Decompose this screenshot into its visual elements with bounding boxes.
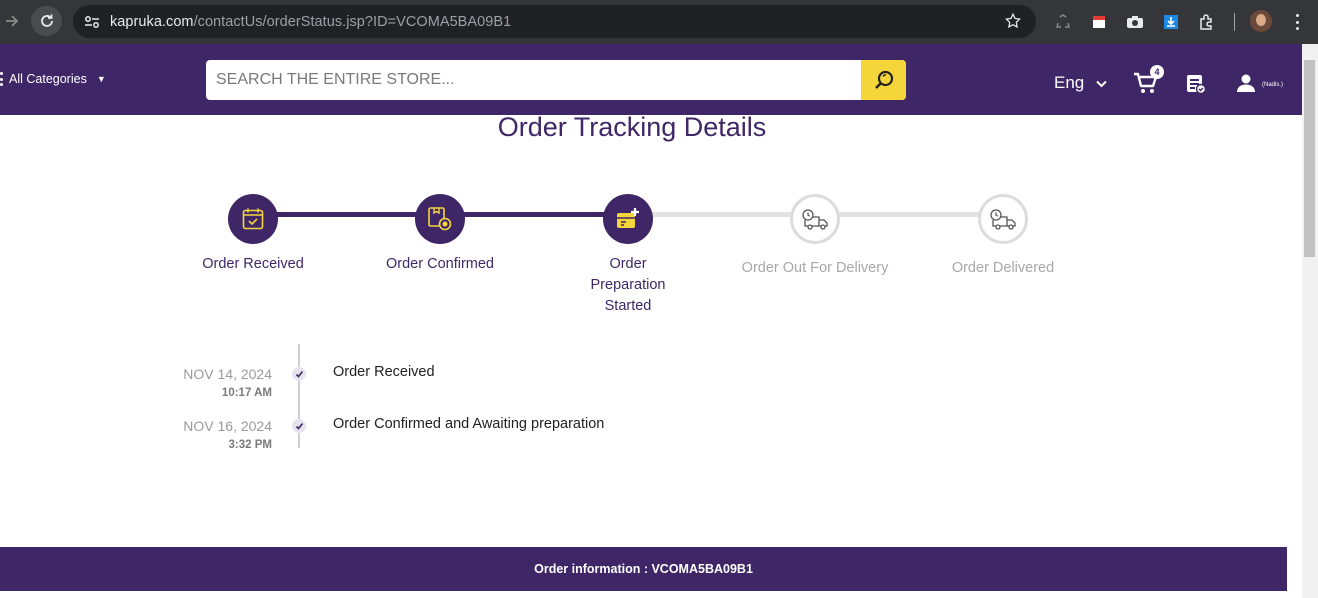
timeline-date: NOV 14, 2024: [183, 366, 272, 382]
page-title: Order Tracking Details: [497, 112, 767, 142]
recycle-extension-icon[interactable]: [1053, 12, 1073, 32]
check-icon: [292, 419, 306, 433]
calendar-check-icon: [242, 208, 264, 230]
profile-avatar[interactable]: [1250, 10, 1272, 32]
download-extension-icon[interactable]: [1161, 12, 1181, 32]
package-plus-icon: [617, 208, 639, 228]
url-path: /contactUs/orderStatus.jsp?ID=VCOMA5BA09…: [193, 13, 512, 30]
step-label-delivered: Order Delivered: [951, 260, 1055, 276]
step-label-preparation-started: Order Preparation Started: [590, 256, 666, 314]
timeline-event-text: Order Confirmed and Awaiting preparation: [333, 416, 605, 432]
site-header: All Categories ▼ Eng 4 (Nadis.): [0, 44, 1302, 115]
step-label-out-for-delivery: Order Out For Delivery: [741, 260, 889, 276]
step-out-for-delivery: [790, 194, 840, 244]
delivered-truck-icon: [990, 209, 1016, 230]
reload-icon[interactable]: [31, 6, 62, 36]
search-input[interactable]: [206, 60, 861, 100]
step-delivered: [978, 194, 1028, 244]
user-icon: [1237, 74, 1255, 92]
dropdown-caret-icon: ▼: [96, 74, 106, 84]
box-badge-icon: [428, 207, 452, 231]
extensions-puzzle-icon[interactable]: [1197, 12, 1217, 32]
timeline-time: 3:32 PM: [228, 439, 272, 451]
search-icon: [874, 70, 893, 89]
url-text: kapruka.com/contactUs/orderStatus.jsp?ID…: [110, 14, 511, 30]
browser-toolbar: kapruka.com/contactUs/orderStatus.jsp?ID…: [0, 0, 1318, 44]
camera-extension-icon[interactable]: [1125, 12, 1145, 32]
browser-menu-icon[interactable]: [1290, 11, 1304, 33]
delivery-truck-icon: [802, 209, 828, 230]
address-bar[interactable]: kapruka.com/contactUs/orderStatus.jsp?ID…: [73, 5, 1036, 38]
order-list-icon[interactable]: [1185, 73, 1207, 100]
all-categories-menu[interactable]: All Categories ▼: [0, 72, 106, 86]
search-bar: [206, 60, 906, 100]
cart-button[interactable]: 4: [1133, 65, 1164, 95]
site-settings-icon[interactable]: [83, 13, 101, 31]
cart-count-badge: 4: [1150, 65, 1164, 79]
timeline-date: NOV 16, 2024: [183, 418, 272, 434]
timeline-event-text: Order Received: [333, 364, 435, 380]
forward-icon[interactable]: [0, 6, 24, 36]
search-button[interactable]: [861, 60, 906, 100]
language-label: Eng: [1054, 73, 1085, 92]
menu-dots-icon: [0, 72, 3, 86]
user-name: (Nadis.): [1262, 82, 1284, 88]
user-account-menu[interactable]: (Nadis.): [1236, 73, 1283, 93]
step-label-order-received: Order Received: [202, 256, 304, 272]
bookmark-star-icon[interactable]: [1004, 12, 1022, 35]
order-information-label: Order information : VCOMA5BA09B1: [534, 562, 753, 576]
calendar-extension-icon[interactable]: [1089, 12, 1109, 32]
order-information-bar: Order information : VCOMA5BA09B1: [0, 547, 1287, 591]
step-order-confirmed: [415, 194, 465, 244]
language-selector[interactable]: Eng: [1054, 73, 1107, 93]
step-label-order-confirmed: Order Confirmed: [386, 256, 494, 272]
step-order-received: [228, 194, 278, 244]
url-host: kapruka.com: [110, 13, 194, 30]
chevron-down-icon: [1096, 73, 1107, 93]
step-preparation-started: [603, 194, 653, 244]
scrollbar-thumb[interactable]: [1304, 60, 1315, 257]
check-icon: [292, 367, 306, 381]
toolbar-separator: [1234, 13, 1235, 31]
timeline-time: 10:17 AM: [221, 387, 272, 399]
all-categories-label: All Categories: [9, 72, 87, 86]
